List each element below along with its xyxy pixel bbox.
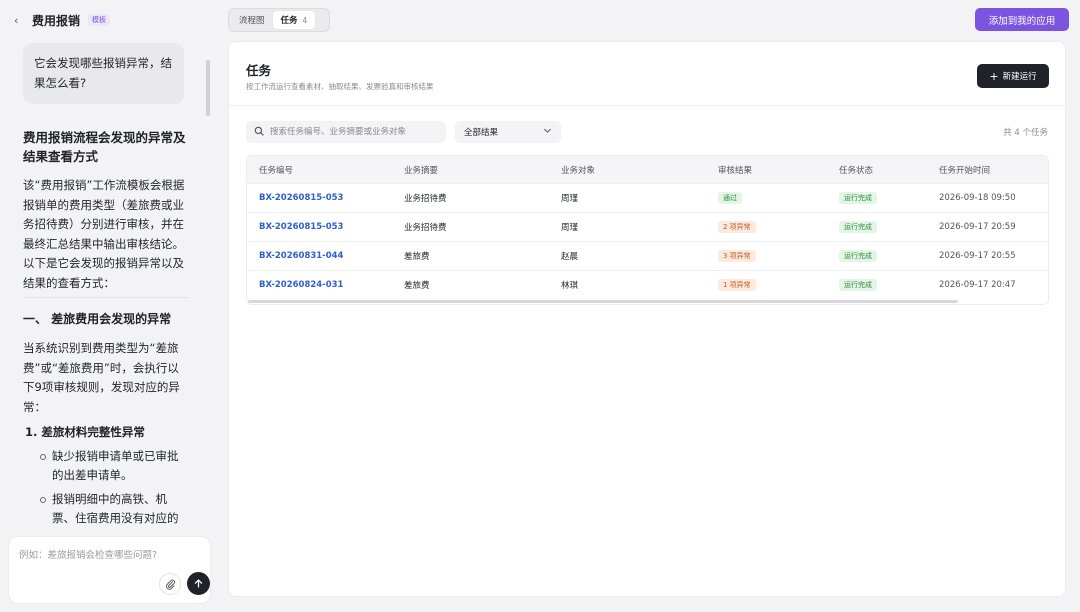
result-badge: 1 项异常 [718, 279, 756, 291]
chat-scrollbar[interactable] [206, 60, 210, 116]
status-badge: 运行完成 [839, 221, 877, 233]
chat-input[interactable] [19, 547, 199, 567]
table-header: 任务编号 业务摘要 业务对象 审核结果 任务状态 任务开始时间 [247, 156, 1048, 183]
result-badge: 2 项异常 [718, 221, 756, 233]
result-filter-select[interactable]: 全部结果 [455, 121, 561, 143]
search-icon [254, 126, 264, 139]
search-input[interactable] [270, 127, 440, 137]
answer-section-text: 当系统识别到费用类型为“差旅费”或“差旅费用”时，会执行以下9项审核规则，发现对… [23, 341, 180, 414]
template-badge: 模板 [88, 14, 111, 26]
tab-flowchart[interactable]: 流程图 [231, 11, 273, 29]
table-row[interactable]: BX-20260815-053 业务招待费 周瑾 通过 运行完成 2026-09… [247, 183, 1048, 212]
status-badge: 运行完成 [839, 279, 877, 291]
list-item: 报销明细中的高铁、机票、住宿费用没有对应的发票。 [37, 490, 188, 532]
task-summary: 业务招待费 [404, 194, 447, 204]
task-start-time: 2026-09-18 09:50 [939, 193, 1016, 203]
task-id-link[interactable]: BX-20260824-031 [259, 280, 343, 290]
page-title: 任务 [246, 63, 272, 78]
task-target: 周瑾 [561, 223, 579, 233]
new-run-button[interactable]: + 新建运行 [977, 64, 1049, 88]
filter-value: 全部结果 [464, 128, 499, 138]
add-to-my-apps-button[interactable]: 添加到我的应用 [975, 8, 1069, 31]
task-start-time: 2026-09-17 20:59 [939, 222, 1016, 232]
table-row[interactable]: BX-20260824-031 差旅费 林琪 1 项异常 运行完成 2026-0… [247, 270, 1048, 299]
chat-input-box [8, 536, 211, 604]
status-badge: 运行完成 [839, 250, 877, 262]
column-header-id[interactable]: 任务编号 [247, 164, 404, 176]
answer-divider [23, 297, 188, 298]
new-run-label: 新建运行 [1002, 72, 1037, 82]
header-divider [229, 105, 1065, 106]
result-badge: 3 项异常 [718, 250, 756, 262]
column-header-target[interactable]: 业务对象 [561, 164, 718, 176]
tasks-card: 任务 按工作流运行查看素材、抽取结果、发票验真和审核结果 + 新建运行 全部结果… [228, 41, 1066, 597]
assistant-message: 费用报销流程会发现的异常及结果查看方式 该“费用报销”工作流模板会根据报销单的费… [23, 128, 188, 532]
task-id-link[interactable]: BX-20260815-053 [259, 222, 343, 232]
search-box [246, 121, 446, 143]
view-tabs: 流程图 任务 4 [228, 8, 330, 32]
arrow-up-icon[interactable] [187, 572, 210, 595]
result-badge: 通过 [718, 192, 742, 204]
status-badge: 运行完成 [839, 192, 877, 204]
tab-label: 流程图 [239, 16, 265, 26]
user-message: 它会发现哪些报销异常，结果怎么看? [23, 43, 184, 104]
column-header-result[interactable]: 审核结果 [718, 164, 839, 176]
column-header-start-time[interactable]: 任务开始时间 [939, 164, 1048, 176]
list-item: 缺少报销申请单或已审批的出差申请单。 [37, 447, 188, 486]
answer-intro: 该“费用报销”工作流模板会根据报销单的费用类型（差旅费或业务招待费）分别进行审核… [23, 178, 185, 290]
answer-item-title: 1. 差旅材料完整性异常 [25, 425, 145, 439]
page-subtitle: 按工作流运行查看素材、抽取结果、发票验真和审核结果 [246, 82, 434, 91]
task-id-link[interactable]: BX-20260815-053 [259, 193, 343, 203]
answer-bullet-list: 缺少报销申请单或已审批的出差申请单。 报销明细中的高铁、机票、住宿费用没有对应的… [23, 447, 188, 532]
task-start-time: 2026-09-17 20:47 [939, 280, 1016, 290]
column-header-summary[interactable]: 业务摘要 [404, 164, 561, 176]
task-id-link[interactable]: BX-20260831-044 [259, 251, 343, 261]
tab-count: 4 [302, 15, 308, 25]
tab-label: 任务 [280, 16, 298, 26]
template-title: 费用报销 [32, 13, 81, 28]
chevron-left-icon[interactable]: ‹ [14, 14, 24, 27]
paperclip-icon[interactable] [159, 573, 181, 595]
chat-panel: ‹ 费用报销 模板 它会发现哪些报销异常，结果怎么看? 费用报销流程会发现的异常… [0, 0, 222, 612]
plus-icon: + [989, 69, 999, 83]
task-start-time: 2026-09-17 20:55 [939, 251, 1016, 261]
answer-section-title: 一、 差旅费用会发现的异常 [23, 312, 172, 326]
task-summary: 差旅费 [404, 252, 430, 262]
table-row[interactable]: BX-20260815-053 业务招待费 周瑾 2 项异常 运行完成 2026… [247, 212, 1048, 241]
task-target: 周瑾 [561, 194, 579, 204]
answer-heading: 费用报销流程会发现的异常及结果查看方式 [23, 130, 186, 164]
task-summary: 业务招待费 [404, 223, 447, 233]
tab-tasks[interactable]: 任务 4 [272, 11, 316, 29]
chevron-down-icon [543, 126, 552, 138]
task-target: 林琪 [561, 281, 579, 291]
column-header-status[interactable]: 任务状态 [839, 164, 939, 176]
tasks-table: 任务编号 业务摘要 业务对象 审核结果 任务状态 任务开始时间 BX-20260… [246, 155, 1049, 305]
table-row[interactable]: BX-20260831-044 差旅费 赵晨 3 项异常 运行完成 2026-0… [247, 241, 1048, 270]
task-target: 赵晨 [561, 252, 579, 262]
task-summary: 差旅费 [404, 281, 430, 291]
table-horizontal-scrollbar[interactable] [248, 300, 958, 303]
chat-header: ‹ 费用报销 模板 [14, 12, 111, 28]
task-total-count: 共 4 个任务 [1003, 128, 1048, 138]
